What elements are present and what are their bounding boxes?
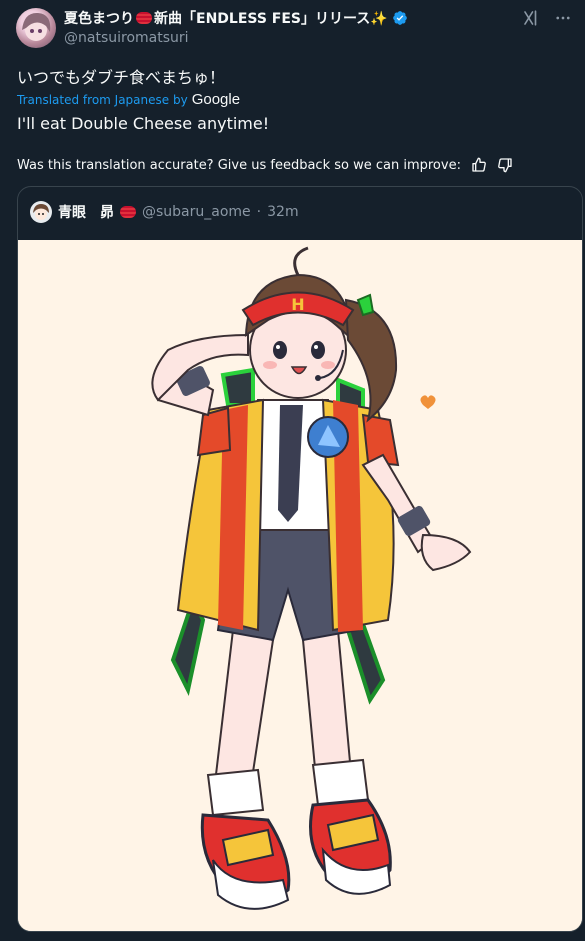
anime-character-illustration: H xyxy=(18,240,582,931)
verified-badge-icon xyxy=(392,11,407,25)
translation-attribution[interactable]: Translated from Japanese by Google xyxy=(17,91,240,108)
author-avatar[interactable] xyxy=(16,8,56,48)
svg-text:H: H xyxy=(291,295,304,314)
tweet-translated-text: I'll eat Double Cheese anytime! xyxy=(17,114,270,133)
quoted-author-handle[interactable]: @subaru_aome xyxy=(142,204,251,220)
tweet-original-text: いつでもダブチ食べまちゅ！ xyxy=(17,68,226,87)
author-handle[interactable]: @natsuiromatsuri xyxy=(64,30,189,46)
tweet-actions-top xyxy=(521,8,573,28)
quoted-separator: · xyxy=(256,204,262,220)
thumbs-down-icon[interactable] xyxy=(497,157,513,173)
translation-feedback: Was this translation accurate? Give us f… xyxy=(17,157,513,173)
translated-from-label[interactable]: Translated from Japanese by xyxy=(17,93,188,107)
grok-icon[interactable] xyxy=(521,8,541,28)
feedback-prompt: Was this translation accurate? Give us f… xyxy=(17,157,461,173)
author-name-row[interactable]: 夏色まつり 新曲「ENDLESS FES」リリース✨ xyxy=(64,8,408,28)
quoted-time[interactable]: 32m xyxy=(267,204,298,220)
quoted-tweet-card[interactable]: 青眼 昴 @subaru_aome · 32m H xyxy=(17,186,583,932)
quoted-tweet-image[interactable]: H xyxy=(18,240,582,931)
tweet-view: 夏色まつり 新曲「ENDLESS FES」リリース✨ @natsuiromats… xyxy=(0,0,585,941)
quoted-author-name[interactable]: 青眼 昴 xyxy=(58,202,114,222)
author-display-name-prefix[interactable]: 夏色まつり xyxy=(64,8,134,28)
quoted-author-avatar[interactable] xyxy=(30,201,52,223)
google-logo: Google xyxy=(191,91,241,108)
more-icon[interactable] xyxy=(553,8,573,28)
thumbs-up-icon[interactable] xyxy=(471,157,487,173)
flag-emoji-icon xyxy=(120,206,136,218)
author-display-name-suffix[interactable]: 新曲「ENDLESS FES」リリース✨ xyxy=(154,8,388,28)
flag-emoji-icon xyxy=(136,12,152,24)
quoted-tweet-header: 青眼 昴 @subaru_aome · 32m xyxy=(30,201,299,223)
